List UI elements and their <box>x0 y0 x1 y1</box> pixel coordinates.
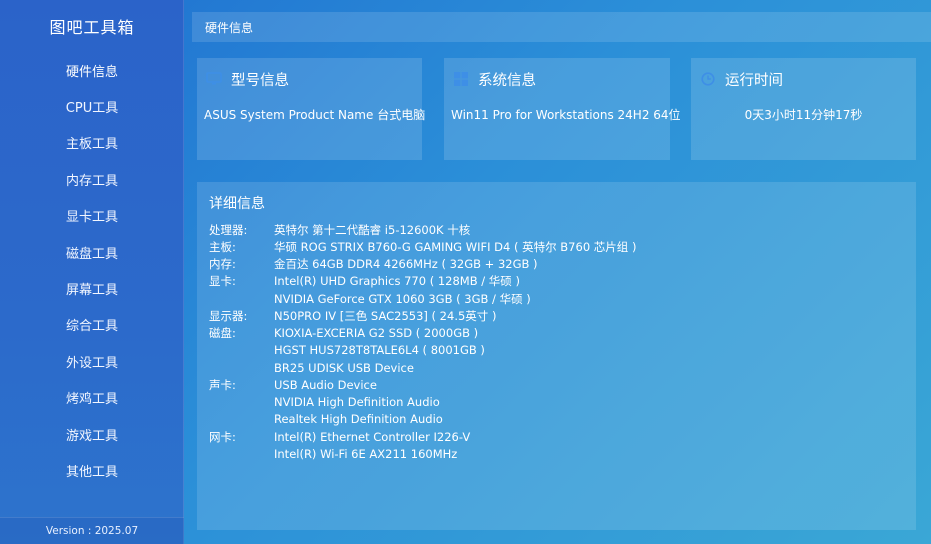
windows-icon <box>452 71 470 87</box>
sidebar-item-memory-tools[interactable]: 内存工具 <box>0 161 184 197</box>
main-content: 硬件信息 ≡ - × 型号信息 ASUS System Product Name… <box>184 0 931 544</box>
detail-panel: 详细信息 处理器: 英特尔 第十二代酷睿 i5-12600K 十核 主板: 华硕 R… <box>197 182 916 530</box>
detail-key: 显卡: <box>209 274 236 289</box>
detail-value: N50PRO IV [三色 SAC2553] ( 24.5英寸 ) <box>274 308 497 323</box>
sidebar-item-game-tools[interactable]: 游戏工具 <box>0 416 184 452</box>
sidebar-item-general-tools[interactable]: 综合工具 <box>0 307 184 343</box>
clock-icon <box>699 71 717 87</box>
detail-value: HGST HUS728T8TALE6L4 ( 8001GB ) <box>274 343 485 358</box>
detail-value: KIOXIA-EXCERIA G2 SSD ( 2000GB ) <box>274 326 479 341</box>
detail-value: Intel(R) UHD Graphics 770 ( 128MB / 华硕 ) <box>274 274 520 289</box>
detail-value: USB Audio Device <box>274 377 377 392</box>
detail-row: 主板: 华硕 ROG STRIX B760-G GAMING WIFI D4 ( … <box>209 238 636 255</box>
detail-value: 华硕 ROG STRIX B760-G GAMING WIFI D4 ( 英特尔… <box>274 239 637 254</box>
detail-value: BR25 UDISK USB Device <box>274 360 414 375</box>
sidebar: 图吧工具箱 硬件信息 CPU工具 主板工具 内存工具 显卡工具 磁盘工具 屏幕工… <box>0 0 184 544</box>
title-bar[interactable]: 硬件信息 ≡ - × <box>192 12 931 42</box>
detail-key: 声卡: <box>209 377 236 392</box>
detail-row: 网卡: Intel(R) Ethernet Controller I226-V <box>209 428 636 445</box>
system-info-card: 系统信息 Win11 Pro for Workstations 24H2 64位 <box>444 58 681 160</box>
detail-value: Intel(R) Wi-Fi 6E AX211 160MHz <box>274 446 458 461</box>
sidebar-item-cpu-tools[interactable]: CPU工具 <box>0 88 184 124</box>
detail-list: 处理器: 英特尔 第十二代酷睿 i5-12600K 十核 主板: 华硕 ROG ST… <box>209 221 636 463</box>
page-title: 硬件信息 <box>205 20 254 35</box>
app-title: 图吧工具箱 <box>49 18 135 37</box>
uptime-value: 0天3小时11分钟17秒 <box>744 108 863 122</box>
version-label: Version : 2025.07 <box>0 517 184 544</box>
monitor-icon <box>205 71 223 87</box>
detail-value: 金百达 64GB DDR4 4266MHz ( 32GB + 32GB ) <box>274 257 538 272</box>
detail-key: 磁盘: <box>209 326 236 341</box>
model-info-header: 型号信息 <box>205 68 289 90</box>
system-info-title: 系统信息 <box>478 72 536 89</box>
sidebar-item-disk-tools[interactable]: 磁盘工具 <box>0 234 184 270</box>
detail-key: 主板: <box>209 239 236 254</box>
sidebar-item-other-tools[interactable]: 其他工具 <box>0 452 184 488</box>
sidebar-item-gpu-tools[interactable]: 显卡工具 <box>0 198 184 234</box>
sidebar-item-stress-tools[interactable]: 烤鸡工具 <box>0 380 184 416</box>
detail-value: 英特尔 第十二代酷睿 i5-12600K 十核 <box>274 222 471 237</box>
uptime-header: 运行时间 <box>699 68 783 90</box>
sidebar-item-motherboard-tools[interactable]: 主板工具 <box>0 125 184 161</box>
detail-row: 显示器: N50PRO IV [三色 SAC2553] ( 24.5英寸 ) <box>209 307 636 324</box>
detail-value: Intel(R) Ethernet Controller I226-V <box>274 429 471 444</box>
system-info-header: 系统信息 <box>452 68 536 90</box>
detail-row: 显卡: Intel(R) UHD Graphics 770 ( 128MB / 华… <box>209 273 636 290</box>
system-info-value: Win11 Pro for Workstations 24H2 64位 <box>451 108 681 122</box>
sidebar-item-hardware-info[interactable]: 硬件信息 <box>0 52 184 88</box>
sidebar-item-peripheral-tools[interactable]: 外设工具 <box>0 343 184 379</box>
model-info-title: 型号信息 <box>231 72 289 89</box>
detail-key: 内存: <box>209 257 236 272</box>
detail-value: Realtek High Definition Audio <box>274 412 443 427</box>
detail-row: NVIDIA GeForce GTX 1060 3GB ( 3GB / 华硕 ) <box>209 290 636 307</box>
detail-row: BR25 UDISK USB Device <box>209 359 636 376</box>
detail-title: 详细信息 <box>209 196 265 212</box>
model-info-card: 型号信息 ASUS System Product Name 台式电脑 <box>197 58 426 160</box>
model-info-value: ASUS System Product Name 台式电脑 <box>204 108 426 122</box>
detail-row: 声卡: USB Audio Device <box>209 376 636 393</box>
detail-row: Realtek High Definition Audio <box>209 411 636 428</box>
detail-key: 显示器: <box>209 308 248 323</box>
uptime-card: 运行时间 0天3小时11分钟17秒 <box>691 58 916 160</box>
detail-row: NVIDIA High Definition Audio <box>209 394 636 411</box>
app-window: 图吧工具箱 硬件信息 CPU工具 主板工具 内存工具 显卡工具 磁盘工具 屏幕工… <box>0 0 931 544</box>
detail-row: HGST HUS728T8TALE6L4 ( 8001GB ) <box>209 342 636 359</box>
detail-row: 处理器: 英特尔 第十二代酷睿 i5-12600K 十核 <box>209 221 636 238</box>
detail-row: 内存: 金百达 64GB DDR4 4266MHz ( 32GB + 32GB ) <box>209 256 636 273</box>
sidebar-item-screen-tools[interactable]: 屏幕工具 <box>0 270 184 306</box>
detail-key: 网卡: <box>209 429 236 444</box>
detail-key: 处理器: <box>209 222 248 237</box>
detail-row: Intel(R) Wi-Fi 6E AX211 160MHz <box>209 445 636 462</box>
uptime-title: 运行时间 <box>725 72 783 89</box>
detail-value: NVIDIA GeForce GTX 1060 3GB ( 3GB / 华硕 ) <box>274 291 531 306</box>
sidebar-nav: 硬件信息 CPU工具 主板工具 内存工具 显卡工具 磁盘工具 屏幕工具 综合工具… <box>0 52 184 489</box>
detail-value: NVIDIA High Definition Audio <box>274 395 440 410</box>
detail-row: 磁盘: KIOXIA-EXCERIA G2 SSD ( 2000GB ) <box>209 325 636 342</box>
